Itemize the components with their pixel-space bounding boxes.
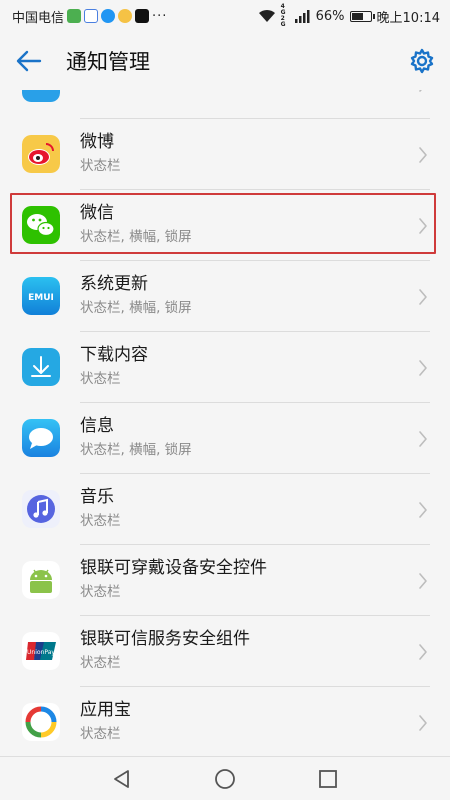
app-row[interactable]: 微信状态栏, 横幅, 锁屏 [0, 190, 450, 261]
app-row[interactable]: 音乐 状态栏 [0, 474, 450, 545]
app-row[interactable]: 微博 状态栏 [0, 119, 450, 190]
chevron-right-icon [419, 289, 427, 305]
gear-icon [410, 48, 434, 74]
app-row-text: 银联可穿戴设备安全控件状态栏 [80, 557, 267, 602]
battery-icon [349, 10, 375, 22]
emui-update-icon: EMUI [22, 277, 60, 315]
nav-back-button[interactable] [102, 759, 142, 799]
android-icon [22, 561, 60, 599]
page-title: 通知管理 [66, 50, 150, 74]
chevron-right-icon [419, 431, 427, 447]
circle-home-icon [215, 768, 235, 789]
app-notification-icon-green [67, 9, 82, 23]
chevron-right-icon [419, 644, 427, 660]
wifi-icon [258, 9, 275, 22]
signal-icon [294, 9, 310, 23]
chevron-right-icon [419, 502, 427, 518]
svg-text:EMUI: EMUI [28, 293, 54, 303]
message-icon [22, 419, 60, 457]
app-row-text: 信息状态栏, 横幅, 锁屏 [80, 415, 192, 460]
app-name: 微博 [80, 132, 114, 152]
notification-types: 状态栏 [80, 655, 121, 671]
notification-types: 状态栏 [80, 584, 121, 600]
app-row[interactable]: 信息状态栏, 横幅, 锁屏 [0, 403, 450, 474]
notification-types: 状态栏, 横幅, 锁屏 [80, 229, 192, 245]
chevron-right-icon [419, 218, 427, 234]
app-row[interactable]: 应用宝 状态栏 [0, 687, 450, 756]
status-right: 4G 2G 66% 晚上10:14 [258, 4, 440, 28]
status-left: 中国电信 ··· [12, 7, 167, 26]
status-bar: 中国电信 ··· 4G 2G 66% 晚上10:14 [0, 0, 450, 32]
unionpay-icon: UnionPay [22, 632, 60, 670]
app-name: 信息 [80, 416, 114, 436]
chevron-right-icon [419, 573, 427, 589]
app-bar: 通知管理 [0, 32, 450, 90]
music-icon [22, 490, 60, 528]
svg-text:UnionPay: UnionPay [27, 649, 55, 656]
app-name: 下载内容 [80, 345, 148, 365]
app-name: 银联可穿戴设备安全控件 [80, 558, 267, 578]
app-row-text: 银联可信服务安全组件状态栏 [80, 628, 250, 673]
notification-types: 状态栏 [80, 158, 121, 174]
signal-type-label: 4G 2G [280, 3, 286, 28]
app-name: 微信 [80, 203, 114, 223]
back-button[interactable] [0, 32, 58, 90]
chevron-right-icon [419, 715, 427, 731]
nav-recents-button[interactable] [308, 759, 348, 799]
more-notifications-icon: ··· [152, 8, 168, 24]
triangle-back-icon [113, 769, 129, 788]
back-arrow-icon [16, 50, 42, 72]
app-row[interactable]: 状态栏 [0, 90, 450, 119]
notification-types: 状态栏, 横幅, 锁屏 [80, 300, 192, 316]
nav-home-button[interactable] [205, 759, 245, 799]
app-name: 系统更新 [80, 274, 148, 294]
yingyongbao-icon [22, 703, 60, 741]
app-row-text: 音乐 状态栏 [80, 486, 121, 531]
app-row[interactable]: UnionPay 银联可信服务安全组件状态栏 [0, 616, 450, 687]
app-name: 银联可信服务安全组件 [80, 629, 250, 649]
chevron-right-icon [419, 360, 427, 376]
battery-percent: 66% [315, 8, 345, 24]
battery-fill [351, 12, 363, 20]
settings-button[interactable] [394, 32, 450, 90]
app-list-viewport[interactable]: 状态栏微博状态栏微信状态栏, 横幅, 锁屏EMUI系统更新状态栏, 横幅, 锁屏… [0, 90, 450, 756]
notification-types: 状态栏, 横幅, 锁屏 [80, 442, 192, 458]
notification-types: 状态栏 [80, 371, 121, 387]
app-row[interactable]: 下载内容 状态栏 [0, 332, 450, 403]
app-row[interactable]: EMUI 系统更新状态栏, 横幅, 锁屏 [0, 261, 450, 332]
app-row-text: 系统更新状态栏, 横幅, 锁屏 [80, 273, 192, 318]
square-recents-icon [319, 769, 338, 788]
app-row[interactable]: 银联可穿戴设备安全控件状态栏 [0, 545, 450, 616]
download-icon [22, 348, 60, 386]
notification-types: 状态栏 [80, 513, 121, 529]
navigation-bar [0, 756, 450, 800]
app-notification-icon-blue [101, 9, 116, 23]
chevron-right-icon [419, 90, 422, 92]
app-name: 应用宝 [80, 700, 131, 720]
weibo-icon [22, 135, 60, 173]
app-row-text: 微博 状态栏 [80, 131, 121, 176]
app-name: 音乐 [80, 487, 114, 507]
app-row-text: 下载内容 状态栏 [80, 344, 148, 389]
clock: 晚上10:14 [376, 10, 440, 26]
app-list: 状态栏微博状态栏微信状态栏, 横幅, 锁屏EMUI系统更新状态栏, 横幅, 锁屏… [0, 90, 450, 756]
notification-types: 状态栏 [80, 726, 121, 742]
app-notification-icon-weibo [118, 9, 133, 23]
app-row-text: 微信状态栏, 横幅, 锁屏 [80, 202, 192, 247]
app-row-text: 应用宝 状态栏 [80, 699, 131, 744]
app-notification-icon-paw [84, 9, 99, 23]
app-notification-icon-tiktok [135, 9, 150, 23]
partial-app-icon [22, 90, 60, 102]
carrier-label: 中国电信 [12, 10, 65, 26]
wechat-icon [22, 206, 60, 244]
chevron-right-icon [419, 147, 427, 163]
